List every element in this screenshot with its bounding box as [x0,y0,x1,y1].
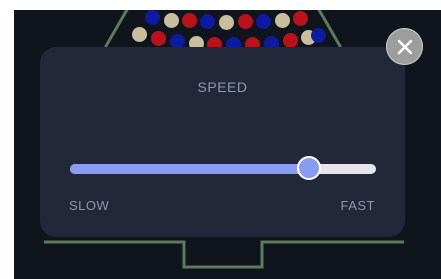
panel-title: SPEED [197,79,248,95]
ball [238,14,253,29]
slider-fill [70,164,309,174]
fast-label: FAST [340,198,375,213]
ball [283,33,298,48]
speed-settings-panel: SPEED SLOW FAST [40,47,405,237]
close-button[interactable] [386,28,423,65]
ball [182,13,197,28]
ball [145,10,160,25]
slow-label: SLOW [69,198,110,213]
ball [311,28,326,43]
slider-thumb[interactable] [296,156,321,180]
ball [132,27,147,42]
game-screen: SPEED SLOW FAST [14,10,441,279]
ball [200,14,215,29]
ball [256,14,271,29]
ball [151,31,166,46]
close-icon [397,39,412,54]
ball [275,13,290,28]
ball [219,15,234,30]
ball [164,13,179,28]
speed-slider[interactable] [70,156,376,180]
ball [293,11,308,26]
